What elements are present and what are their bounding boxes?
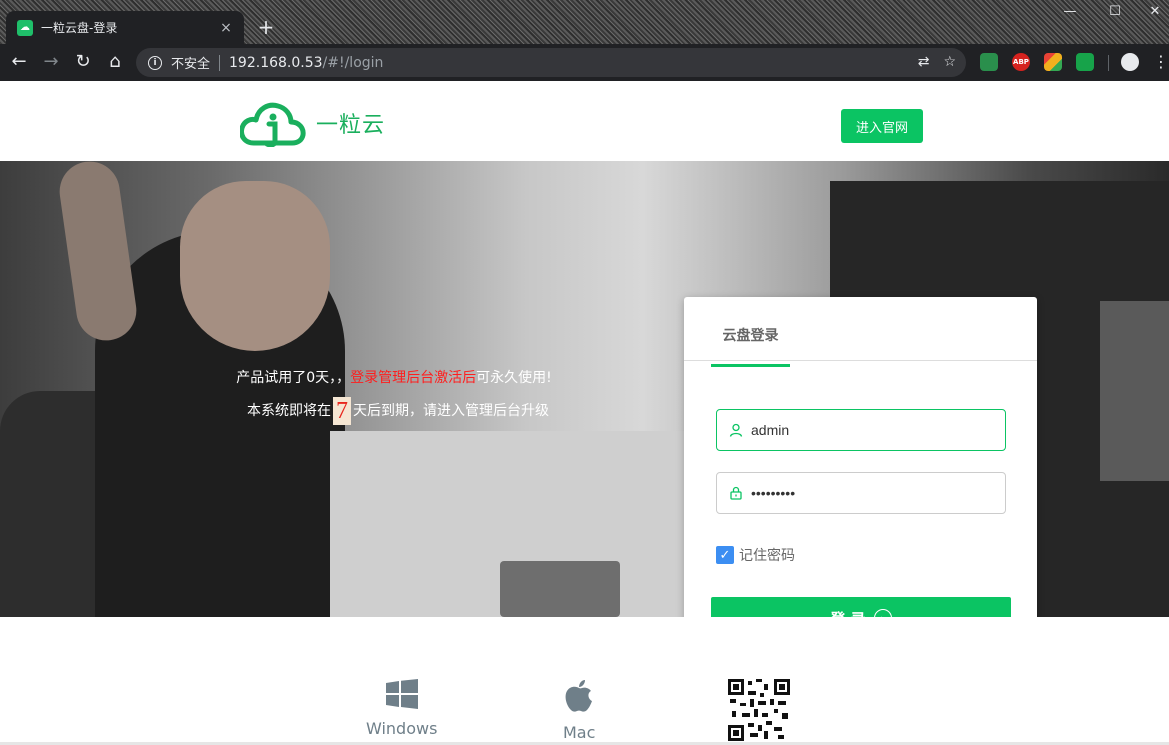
- windows-label: Windows: [366, 719, 438, 738]
- evernote-icon[interactable]: [1076, 53, 1094, 71]
- qr-code-icon: [728, 679, 790, 741]
- trial-notice-line-2: 本系统即将在 7 天后到期，请进入管理后台升级: [148, 397, 648, 425]
- activate-hint: 登录管理后台激活后: [350, 370, 477, 386]
- cloud-logo-icon: [240, 102, 306, 147]
- user-icon: [729, 423, 743, 437]
- close-window-icon[interactable]: ✕: [1140, 4, 1169, 19]
- trial-notice-line-1: 产品试用了0天，，登录管理后台激活后可永久使用!: [144, 367, 644, 387]
- globe-extension-icon[interactable]: [980, 53, 998, 71]
- person-arm: [55, 161, 141, 345]
- reload-icon[interactable]: ↻: [71, 51, 95, 75]
- expiry-prefix: 本系统即将在: [247, 403, 331, 419]
- home-icon[interactable]: ⌂: [103, 51, 127, 75]
- permanent-use-text: 可永久使用!: [476, 370, 552, 386]
- arrow-circle-icon: ›: [873, 609, 892, 617]
- tab-title: 一粒云盘-登录: [41, 21, 118, 35]
- site-header: 一粒云 进入官网: [0, 81, 1169, 161]
- mac-download[interactable]: Mac: [563, 679, 595, 742]
- new-tab-button[interactable]: +: [254, 16, 278, 40]
- browser-menu-icon[interactable]: ⋮: [1153, 52, 1169, 71]
- browser-tab[interactable]: ☁ 一粒云盘-登录 ×: [6, 11, 244, 44]
- password-input[interactable]: [751, 485, 991, 501]
- minimize-icon[interactable]: —: [1055, 4, 1085, 19]
- equipment-shape: [1100, 301, 1169, 481]
- page: 一粒云 进入官网 产品试用了0天，，登录管理后台激活后可永久使用! 本系统即将在…: [0, 81, 1169, 745]
- colorful-extension-icon[interactable]: [1044, 53, 1062, 71]
- remember-checkbox[interactable]: ✓: [716, 546, 734, 564]
- forward-icon[interactable]: →: [39, 51, 63, 75]
- info-icon[interactable]: i: [148, 55, 162, 70]
- bookmark-star-icon[interactable]: ☆: [943, 54, 956, 70]
- adblock-plus-icon[interactable]: ABP: [1012, 53, 1030, 71]
- username-input[interactable]: [751, 422, 991, 438]
- mobile-qr-download[interactable]: [728, 679, 790, 745]
- mac-label: Mac: [563, 723, 596, 742]
- remember-password[interactable]: ✓ 记住密码: [716, 545, 795, 565]
- login-card: 云盘登录 ✓ 记住密码: [684, 297, 1037, 617]
- lock-icon: [730, 486, 742, 500]
- url-host[interactable]: 192.168.0.53: [229, 55, 323, 71]
- apple-icon: [565, 680, 593, 712]
- address-bar[interactable]: i 不安全 192.168.0.53 /#!/login ⇄ ☆: [136, 48, 966, 77]
- windows-icon: [385, 679, 418, 709]
- cloud-favicon-icon: ☁: [17, 19, 33, 36]
- logo[interactable]: 一粒云: [240, 99, 385, 147]
- username-field[interactable]: [716, 409, 1006, 451]
- hero-banner: 产品试用了0天，，登录管理后台激活后可永久使用! 本系统即将在 7 天后到期，请进入…: [0, 161, 1169, 617]
- trial-days-text: 产品试用了0天，，: [236, 370, 351, 386]
- remember-label[interactable]: 记住密码: [739, 545, 795, 565]
- expiry-suffix: 天后到期，请进入管理后台升级: [353, 403, 549, 419]
- login-button-label: 登 录: [830, 608, 865, 618]
- password-field[interactable]: [716, 472, 1006, 514]
- windows-download[interactable]: Windows: [366, 679, 437, 738]
- omnibox-divider: [219, 54, 221, 71]
- card-divider: [684, 360, 1037, 361]
- profile-avatar-icon[interactable]: [1121, 53, 1139, 71]
- back-icon[interactable]: ←: [7, 51, 31, 75]
- tab-close-icon[interactable]: ×: [218, 20, 234, 36]
- keyboard-shape: [500, 561, 620, 617]
- login-button[interactable]: 登 录 ›: [711, 597, 1011, 617]
- insecure-label[interactable]: 不安全: [171, 53, 210, 72]
- download-section: Windows Mac: [0, 617, 1169, 745]
- translate-icon[interactable]: ⇄: [918, 54, 930, 70]
- toolbar-divider: [1108, 55, 1109, 71]
- official-site-button[interactable]: 进入官网: [841, 109, 923, 143]
- logo-text: 一粒云: [316, 113, 386, 138]
- maximize-icon[interactable]: ☐: [1100, 4, 1130, 19]
- days-remaining: 7: [333, 397, 351, 425]
- browser-title-bar: ☁ 一粒云盘-登录 × + — ☐ ✕: [0, 0, 1169, 44]
- person-head: [180, 181, 330, 351]
- browser-toolbar: ← → ↻ ⌂ i 不安全 192.168.0.53 /#!/login ⇄ ☆…: [0, 44, 1169, 81]
- url-path[interactable]: /#!/login: [323, 55, 384, 71]
